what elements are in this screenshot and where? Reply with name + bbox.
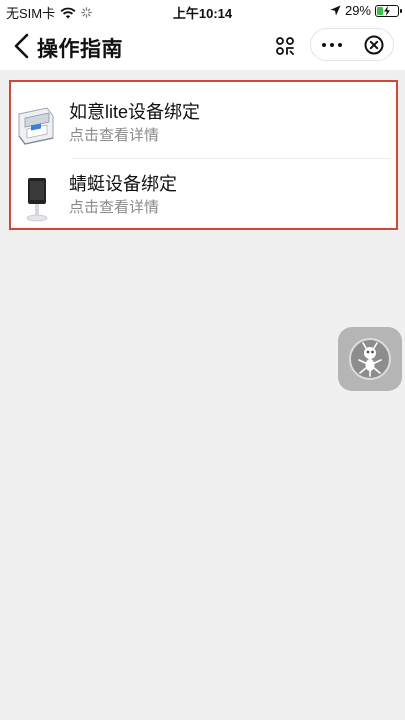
more-dot: [338, 42, 342, 47]
status-right: 29%: [330, 3, 402, 18]
list-divider: [71, 158, 390, 159]
pos-terminal-image: [13, 98, 61, 154]
dragonfly-device-graphic: [26, 178, 48, 222]
dragonfly-device-image: [13, 170, 61, 226]
scan-icon: [276, 37, 294, 55]
nav-bar: 操作指南: [0, 22, 405, 70]
page-title: 操作指南: [37, 38, 123, 61]
more-button[interactable]: [311, 29, 353, 60]
location-arrow-icon: [330, 5, 341, 16]
back-button[interactable]: [12, 33, 34, 59]
more-dots-icon: [322, 42, 326, 47]
charging-bolt-icon: [384, 5, 390, 16]
list-item-dragonfly[interactable]: 蜻蜓设备绑定 点击查看详情: [11, 162, 396, 232]
item-subtitle: 点击查看详情: [69, 199, 160, 216]
pos-terminal-graphic: [18, 107, 54, 145]
status-bar: 无SIM卡 上午10:14 29%: [0, 0, 405, 22]
more-dot: [330, 42, 334, 47]
floating-helper-button[interactable]: [338, 327, 402, 391]
item-subtitle: 点击查看详情: [69, 127, 160, 144]
close-button[interactable]: [353, 29, 395, 60]
battery-icon: [375, 4, 402, 17]
list-item-ruyi-lite[interactable]: 如意lite设备绑定 点击查看详情: [11, 90, 396, 160]
battery-percent: 29%: [344, 3, 371, 18]
item-title: 如意lite设备绑定: [69, 102, 201, 122]
guide-list: 如意lite设备绑定 点击查看详情 蜻蜓设备绑定 点击查看详情: [9, 80, 398, 230]
ant-mascot-icon: [349, 338, 391, 380]
item-title: 蜻蜓设备绑定: [69, 174, 177, 194]
scan-button[interactable]: [268, 30, 302, 62]
close-circle-icon: [364, 35, 384, 54]
chevron-left-icon: [14, 33, 29, 59]
capsule-menu: [310, 28, 394, 61]
battery-fill: [377, 6, 383, 15]
